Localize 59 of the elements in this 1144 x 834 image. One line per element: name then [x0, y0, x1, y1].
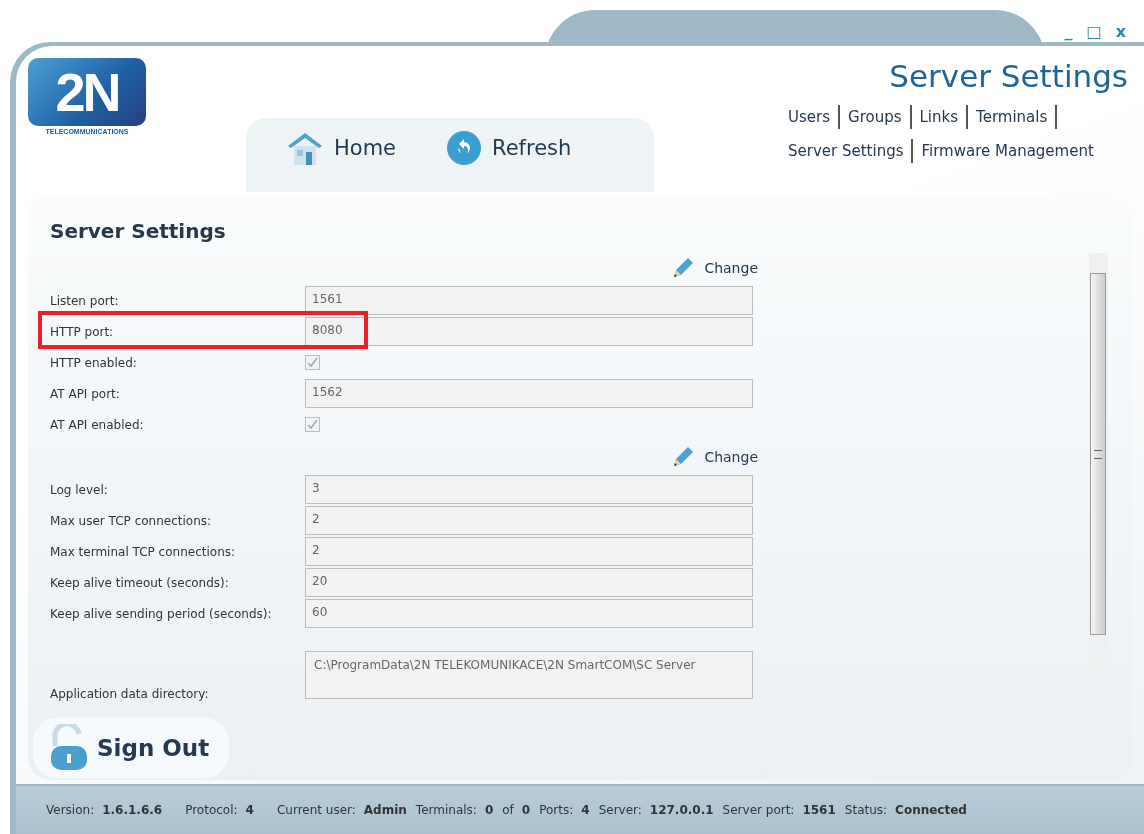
- text-field[interactable]: 2: [305, 506, 753, 535]
- field-label: Keep alive sending period (seconds):: [50, 606, 273, 621]
- status-value: 1.6.1.6.6: [102, 803, 163, 817]
- status-label: Current user:: [276, 803, 356, 817]
- section-title: Server Settings: [50, 219, 226, 243]
- text-field[interactable]: 60: [305, 599, 753, 628]
- field-label: Keep alive timeout (seconds):: [50, 575, 230, 590]
- field-label: Application data directory:: [50, 687, 210, 701]
- house-icon: [286, 130, 324, 166]
- field-label: Max user TCP connections:: [50, 513, 213, 528]
- status-value: 0: [521, 803, 531, 817]
- field-label: AT API enabled:: [50, 417, 145, 432]
- change-button[interactable]: Change: [670, 255, 758, 281]
- nav-link[interactable]: Links: [919, 108, 959, 126]
- text-field[interactable]: 3: [305, 475, 753, 504]
- status-label: Protocol:: [185, 803, 238, 817]
- nav-link[interactable]: Server Settings: [788, 142, 904, 160]
- field-label: Listen port:: [50, 293, 120, 308]
- status-label: of: [502, 803, 514, 817]
- nav-link[interactable]: Terminals: [976, 108, 1048, 126]
- checkbox[interactable]: [305, 417, 320, 432]
- refresh-button[interactable]: Refresh: [446, 118, 572, 178]
- status-label: Ports:: [539, 803, 574, 817]
- field-label: HTTP port:: [50, 324, 115, 339]
- status-label: Terminals:: [415, 803, 477, 817]
- text-field[interactable]: 8080: [305, 317, 753, 346]
- text-field[interactable]: 2: [305, 537, 753, 566]
- text-field[interactable]: 1561: [305, 286, 753, 315]
- field-label: HTTP enabled:: [50, 355, 138, 370]
- status-label: Server port:: [722, 803, 795, 817]
- status-value: Connected: [895, 803, 967, 817]
- status-value: Admin: [363, 803, 407, 817]
- status-value: 1561: [802, 803, 836, 817]
- status-label: Status:: [844, 803, 888, 817]
- text-field[interactable]: 1562: [305, 379, 753, 408]
- sign-out-button[interactable]: Sign Out: [33, 718, 230, 778]
- logo-mark: 2N: [28, 58, 146, 126]
- checkbox[interactable]: [305, 355, 320, 370]
- refresh-icon: [446, 130, 482, 166]
- status-label: Server:: [598, 803, 642, 817]
- status-value: 4: [245, 803, 254, 817]
- minimize-button[interactable]: _: [1060, 22, 1077, 41]
- change-button[interactable]: Change: [670, 444, 758, 470]
- home-button[interactable]: Home: [286, 118, 396, 178]
- field-label: Log level:: [50, 482, 109, 497]
- page-title: Server Settings: [889, 58, 1128, 94]
- nav-link[interactable]: Firmware Management: [921, 142, 1094, 160]
- status-value: 127.0.0.1: [649, 803, 714, 817]
- maximize-button[interactable]: □: [1082, 22, 1106, 41]
- nav-link[interactable]: Users: [788, 108, 830, 126]
- field-label: AT API port:: [50, 386, 121, 401]
- text-area[interactable]: C:\ProgramData\2N TELEKOMUNIKACE\2N SmartCOM\SC Server: [305, 651, 753, 699]
- status-value: 4: [581, 803, 590, 817]
- close-button[interactable]: x: [1111, 22, 1130, 41]
- status-label: Version:: [46, 803, 95, 817]
- field-label: Max terminal TCP connections:: [50, 544, 237, 559]
- text-field[interactable]: 20: [305, 568, 753, 597]
- status-value: 0: [484, 803, 494, 817]
- nav-link[interactable]: Groups: [848, 108, 902, 126]
